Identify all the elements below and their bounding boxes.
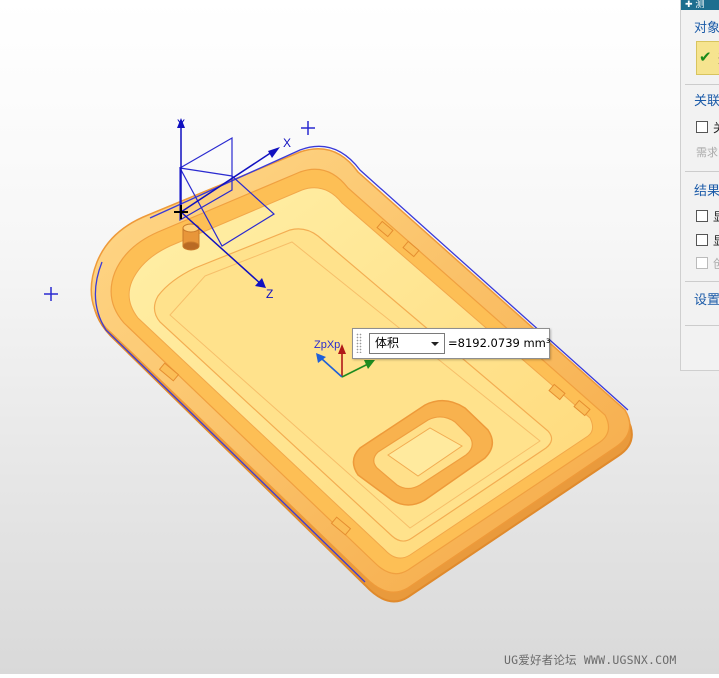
wcs-x-label: X (283, 136, 291, 150)
divider (685, 281, 719, 282)
section-associativity[interactable]: 关联 (694, 90, 719, 109)
result-checkbox-2[interactable] (696, 234, 708, 246)
section-results[interactable]: 结果 (694, 180, 719, 199)
result-checkbox-3[interactable] (696, 257, 708, 269)
measure-type-dropdown[interactable]: 体积 (369, 333, 445, 354)
result-checkbox-1[interactable] (696, 210, 708, 222)
part-body[interactable] (90, 145, 633, 603)
section-settings[interactable]: 设置 (694, 289, 719, 308)
result-label-3: 创 (713, 255, 719, 272)
divider (685, 325, 719, 326)
measure-type-value: 体积 (375, 336, 400, 350)
dialog-titlebar[interactable]: ✚ 测 (681, 0, 719, 10)
wcs-y-label: Y (177, 117, 185, 131)
section-objects[interactable]: 对象 (694, 17, 719, 36)
measure-result-tooltip[interactable]: 体积 =8192.0739 mm³ (352, 328, 551, 359)
volume-result: =8192.0739 mm³ (448, 336, 551, 350)
chevron-down-icon (431, 342, 439, 346)
watermark: UG爱好者论坛 WWW.UGSNX.COM (504, 653, 677, 667)
associative-label: 关 (713, 119, 719, 136)
divider (685, 171, 719, 172)
divider (685, 84, 719, 85)
requirement-label: 需求 (696, 146, 718, 159)
measure-bodies-dialog: ✚ 测 对象 ✔ 选 关联 关 需求 结果 显 显 创 设置 (680, 0, 719, 371)
checkmark-icon: ✔ (699, 48, 712, 66)
csys-label: ZpXp (314, 339, 340, 351)
result-label-1: 显 (713, 208, 719, 225)
screw-post (182, 223, 200, 251)
select-object-field[interactable]: ✔ 选 (696, 41, 719, 75)
result-label-2: 显 (713, 232, 719, 249)
associative-checkbox[interactable] (696, 121, 708, 133)
wcs-z-label: Z (266, 287, 273, 301)
drag-handle[interactable] (356, 333, 362, 353)
